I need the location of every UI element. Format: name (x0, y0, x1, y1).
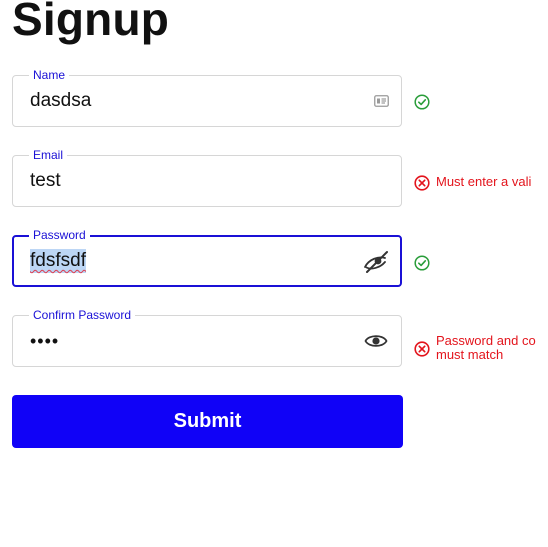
x-circle-icon (414, 175, 430, 194)
password-value: fdsfsdf (30, 249, 86, 273)
confirm-password-value: •••• (30, 331, 60, 351)
confirm-password-status: Password and co must match (414, 334, 536, 362)
eye-slash-icon[interactable] (363, 250, 389, 279)
password-field[interactable]: Password fdsfsdf (12, 228, 402, 287)
signup-page: Signup Name dasdsa Email test Must enter… (0, 0, 548, 547)
name-field[interactable]: Name dasdsa (12, 68, 402, 127)
email-label: Email (29, 148, 68, 162)
name-label: Name (29, 68, 70, 82)
eye-icon[interactable] (364, 332, 388, 355)
confirm-password-label: Confirm Password (29, 308, 136, 322)
check-circle-icon (414, 94, 430, 113)
x-circle-icon (414, 341, 430, 360)
password-label: Password (29, 228, 90, 242)
email-value: test (30, 170, 61, 191)
password-status (414, 255, 436, 274)
name-value: dasdsa (30, 90, 92, 111)
name-status (414, 94, 436, 113)
confirm-password-error-message: Password and co must match (436, 333, 536, 362)
email-error-message: Must enter a vali (436, 174, 532, 189)
page-title: Signup (12, 0, 170, 45)
contact-card-icon (374, 94, 389, 112)
check-circle-icon (414, 255, 430, 274)
confirm-password-field[interactable]: Confirm Password •••• (12, 308, 402, 367)
email-field[interactable]: Email test (12, 148, 402, 207)
submit-button[interactable]: Submit (12, 395, 403, 448)
email-status: Must enter a vali (414, 175, 531, 194)
